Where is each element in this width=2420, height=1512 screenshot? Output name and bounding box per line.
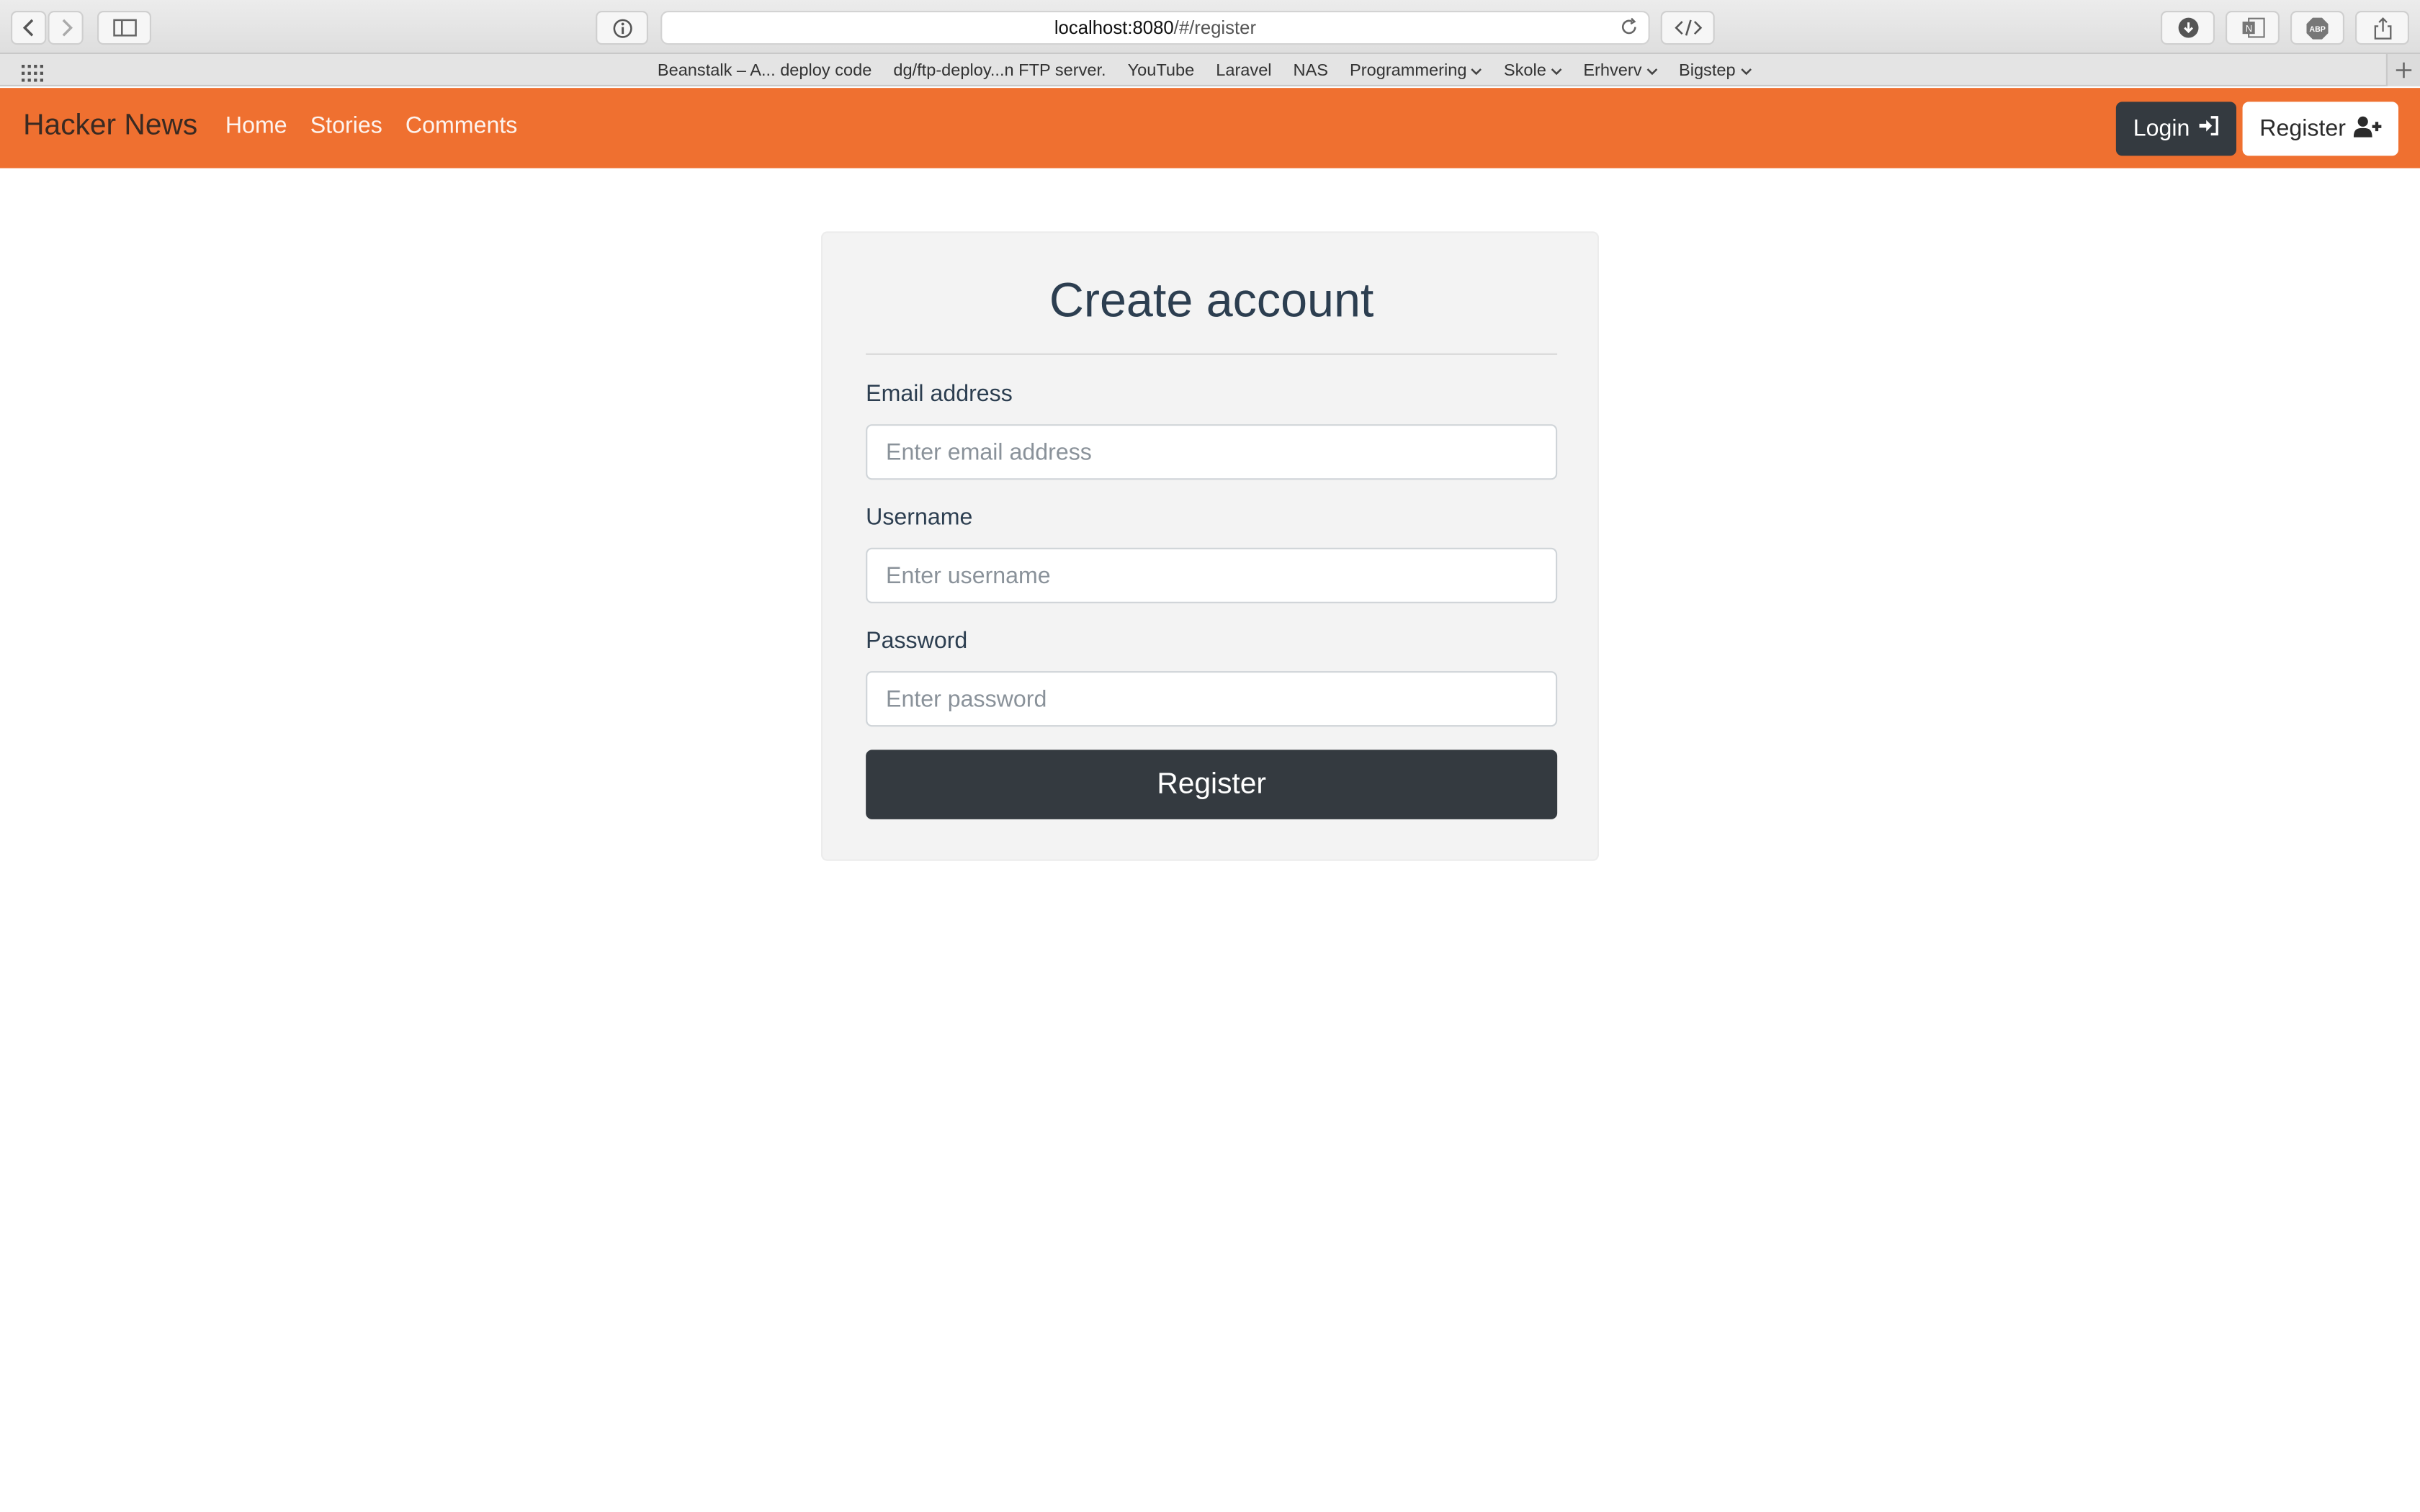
bookmark-label: Erhverv	[1583, 60, 1642, 80]
bookmark-label: NAS	[1293, 60, 1329, 80]
bookmark-item[interactable]: Programmering	[1350, 60, 1482, 80]
bookmark-item[interactable]: Bigstep	[1678, 60, 1751, 80]
bookmark-label: Bigstep	[1678, 60, 1736, 80]
bookmark-label: Laravel	[1216, 60, 1272, 80]
register-card: Create account Email address Username Pa…	[821, 231, 1599, 861]
bookmark-item[interactable]: NAS	[1294, 61, 1328, 80]
title-divider	[866, 353, 1558, 355]
username-label: Username	[866, 504, 973, 531]
url-host: localhost:8080	[1054, 17, 1174, 39]
chevron-down-icon	[1551, 61, 1562, 80]
bookmark-label: YouTube	[1127, 60, 1195, 80]
chevron-down-icon	[1646, 61, 1657, 80]
navbar: Hacker News Home Stories Comments Login …	[0, 88, 2420, 168]
new-tab-icon[interactable]	[2385, 54, 2420, 86]
svg-text:ABP: ABP	[2309, 24, 2326, 33]
forward-icon[interactable]	[48, 11, 84, 45]
bookmark-item[interactable]: Beanstalk – A... deploy code	[658, 61, 871, 80]
nav-link-comments[interactable]: Comments	[405, 112, 517, 138]
nav-link-home[interactable]: Home	[225, 112, 287, 138]
chevron-down-icon	[1740, 61, 1751, 80]
page-title: Create account	[1049, 273, 1374, 328]
reload-icon[interactable]	[1619, 15, 1639, 46]
url-bar[interactable]: localhost:8080/#/register	[660, 11, 1650, 45]
bookmark-item[interactable]: dg/ftp-deploy...n FTP server.	[893, 61, 1106, 80]
url-path: /#/register	[1173, 17, 1257, 39]
nav-register-label: Register	[2259, 115, 2346, 143]
bookmark-label: Skole	[1503, 60, 1546, 80]
nav-link-stories[interactable]: Stories	[310, 112, 382, 138]
adblock-icon[interactable]: ABP	[2290, 11, 2344, 45]
bookmark-item[interactable]: Erhverv	[1583, 60, 1657, 80]
svg-text:N: N	[2245, 23, 2251, 34]
apps-grid-icon[interactable]	[22, 62, 43, 90]
bookmark-label: dg/ftp-deploy...n FTP server.	[893, 60, 1106, 80]
bookmark-label: Programmering	[1350, 60, 1467, 80]
bookmark-label: Beanstalk – A... deploy code	[657, 60, 872, 80]
onenote-icon[interactable]: N	[2226, 11, 2280, 45]
bookmark-item[interactable]: Laravel	[1216, 61, 1271, 80]
bookmark-item[interactable]: Skole	[1503, 60, 1562, 80]
back-icon[interactable]	[11, 11, 47, 45]
login-button[interactable]: Login	[2115, 102, 2236, 156]
info-icon[interactable]	[596, 11, 648, 45]
password-field[interactable]	[866, 671, 1558, 727]
share-icon[interactable]	[2355, 11, 2409, 45]
email-field[interactable]	[866, 424, 1558, 480]
user-plus-icon	[2353, 115, 2382, 143]
bookmark-list: Beanstalk – A... deploy code dg/ftp-deplo…	[658, 54, 1751, 86]
download-icon[interactable]	[2161, 11, 2215, 45]
bookmarks-bar: Beanstalk – A... deploy code dg/ftp-deplo…	[0, 54, 2420, 86]
login-button-label: Login	[2133, 115, 2190, 143]
email-label: Email address	[866, 381, 1013, 408]
chevron-down-icon	[1471, 61, 1482, 80]
username-field[interactable]	[866, 547, 1558, 603]
register-submit-button[interactable]: Register	[866, 750, 1558, 819]
brand-logo[interactable]: Hacker News	[23, 109, 197, 143]
browser-toolbar: localhost:8080/#/register N ABP	[0, 0, 2420, 54]
sign-in-icon	[2197, 116, 2219, 142]
nav-links: Home Stories Comments	[225, 112, 518, 138]
nav-register-button[interactable]: Register	[2242, 102, 2398, 156]
sidebar-icon[interactable]	[97, 11, 151, 45]
bookmark-item[interactable]: YouTube	[1128, 61, 1195, 80]
code-icon[interactable]	[1660, 11, 1715, 45]
password-label: Password	[866, 628, 968, 654]
